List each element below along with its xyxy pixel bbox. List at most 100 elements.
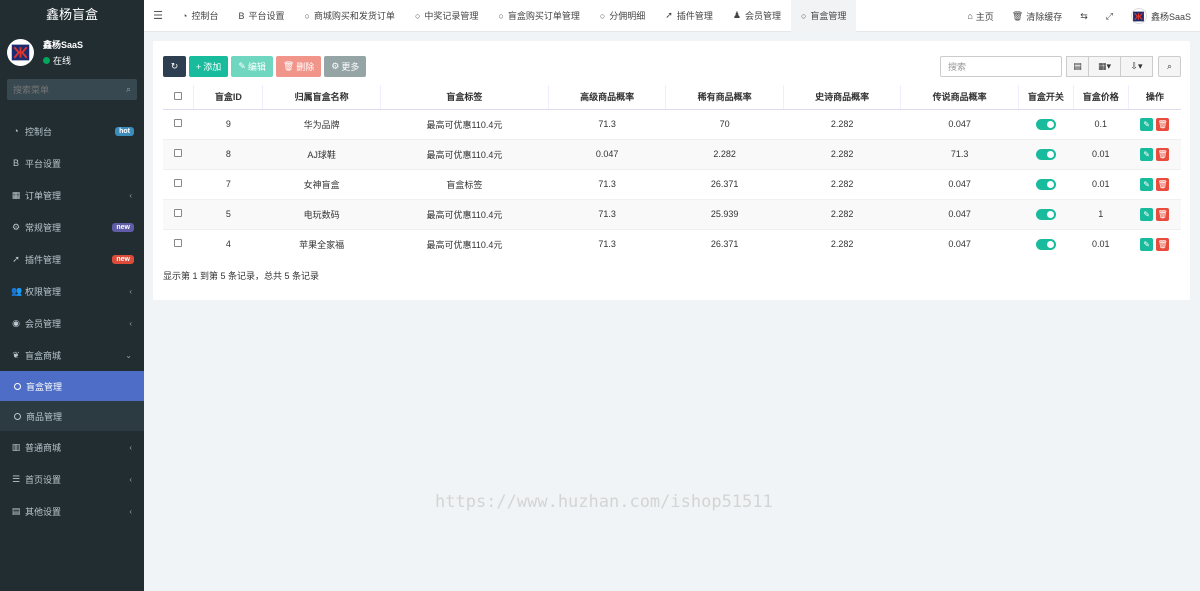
home-button[interactable]: ⌂ 主页	[958, 10, 1002, 23]
search-icon[interactable]: ⌕	[126, 84, 131, 95]
refresh-button[interactable]: ↻	[163, 56, 186, 77]
column-header[interactable]: 盲盒价格	[1072, 85, 1129, 110]
add-button[interactable]: + 添加	[189, 56, 229, 77]
actions-cell: ✎ 🗑	[1128, 228, 1181, 259]
box-toggle-switch[interactable]	[1035, 208, 1056, 220]
more-button[interactable]: ⚙ 更多	[324, 56, 367, 77]
column-header[interactable]: 稀有商品概率	[665, 85, 784, 110]
row-delete-button[interactable]: 🗑	[1156, 147, 1170, 161]
row-delete-button[interactable]: 🗑	[1156, 117, 1170, 131]
sidebar-item[interactable]: ▥ 普通商城 ‹	[0, 431, 144, 463]
menu-search-input[interactable]	[13, 84, 113, 95]
sidebar-item[interactable]: ◔ 控制台 hot	[0, 115, 144, 147]
row-edit-button[interactable]: ✎	[1140, 207, 1154, 221]
advanced-search-button[interactable]: ⌕	[1158, 56, 1181, 77]
submenu-item[interactable]: 盲盒管理	[0, 371, 144, 401]
row-edit-button[interactable]: ✎	[1140, 177, 1154, 191]
toggle-view-button[interactable]: ▤	[1066, 56, 1089, 77]
row-delete-button[interactable]: 🗑	[1156, 177, 1170, 191]
menu-toggle-icon[interactable]: ☰	[144, 9, 172, 22]
nav-tab[interactable]: ○ 商城购买和发货订单	[294, 0, 404, 32]
switch-cell	[1018, 138, 1074, 169]
column-header[interactable]: 操作	[1127, 85, 1181, 110]
column-header[interactable]: 归属盲盒名称	[262, 85, 381, 110]
table-row: 9 华为品牌 最高可优惠110.4元 71.3 70 2.282 0.047 0.1 ✎ 🗑	[163, 108, 1181, 139]
table-cell: 5	[193, 198, 263, 229]
chevron-left-icon: ‹	[129, 318, 132, 328]
sidebar-item[interactable]: ☰ 首页设置 ‹	[0, 463, 144, 495]
nav-tab[interactable]: B 平台设置	[228, 0, 294, 32]
nav-tab[interactable]: ○ 分佣明细	[590, 0, 655, 32]
column-header[interactable]: 盲盒ID	[193, 85, 263, 110]
table-cell: 2.282	[783, 108, 901, 139]
nav-tab[interactable]: ◔ 控制台	[172, 0, 228, 32]
column-header[interactable]: 史诗商品概率	[782, 85, 901, 110]
download-icon: ⇩▾	[1130, 61, 1143, 71]
columns-button[interactable]: ▦▾	[1089, 56, 1121, 77]
sidebar-item[interactable]: 👥 权限管理 ‹	[0, 275, 144, 307]
table-cell: 0.047	[548, 138, 666, 169]
sidebar-item[interactable]: ⚙ 常规管理 new	[0, 211, 144, 243]
table-row: 7 女神盲盒 盲盒标签 71.3 26.371 2.282 0.047 0.01 ✎ 🗑	[163, 168, 1181, 199]
row-checkbox[interactable]	[174, 239, 183, 248]
clear-cache-button[interactable]: 🗑 清除缓存	[1003, 10, 1071, 23]
nav-tab[interactable]: ○ 盲盒购买订单管理	[488, 0, 589, 32]
row-delete-button[interactable]: 🗑	[1156, 207, 1170, 221]
row-delete-button[interactable]: 🗑	[1156, 237, 1170, 251]
sidebar-item[interactable]: B 平台设置	[0, 147, 144, 179]
column-header[interactable]: 盲盒标签	[379, 85, 549, 110]
sidebar-item-label: 控制台	[25, 126, 53, 137]
dashboard-icon: ◔	[13, 126, 19, 136]
fullscreen-button[interactable]: ⤢	[1097, 11, 1122, 22]
nav-tab-label: 商城购买和发货订单	[313, 11, 395, 21]
nav-tab[interactable]: ♟ 会员管理	[723, 0, 791, 32]
submenu-item[interactable]: 商品管理	[0, 401, 144, 431]
user-menu[interactable]: 鑫杨SaaS	[1122, 8, 1200, 24]
chevron-down-icon: ⌄	[125, 350, 132, 360]
sidebar-item[interactable]: ▦ 订单管理 ‹	[0, 179, 144, 211]
nav-tab[interactable]: ○ 中奖记录管理	[405, 0, 488, 32]
nav-tab[interactable]: ➚ 插件管理	[655, 0, 723, 32]
box-toggle-switch[interactable]	[1035, 118, 1056, 130]
column-header[interactable]: 传说商品概率	[900, 85, 1019, 110]
sidebar-item[interactable]: ➚ 插件管理 new	[0, 243, 144, 275]
row-checkbox[interactable]	[174, 149, 183, 157]
plus-icon: +	[196, 61, 202, 72]
trash-icon: 🗑	[1011, 10, 1024, 21]
column-header[interactable]: 高级商品概率	[547, 85, 666, 110]
table-row: 8 AJ球鞋 最高可优惠110.4元 0.047 2.282 2.282 71.3 0.01 ✎…	[163, 138, 1181, 169]
select-all-checkbox[interactable]	[174, 91, 183, 100]
sidebar-item[interactable]: ▤ 其他设置 ‹	[0, 495, 144, 527]
nav-tab-label: 盲盒管理	[810, 11, 847, 21]
sidebar-item[interactable]: ◉ 会员管理 ‹	[0, 307, 144, 339]
nav-tab[interactable]: ○ 盲盒管理	[790, 0, 857, 32]
row-edit-button[interactable]: ✎	[1140, 147, 1154, 161]
user-status: 在线	[43, 54, 83, 67]
table-cell: 25.939	[665, 198, 784, 229]
edit-button[interactable]: ✎ 编辑	[231, 56, 273, 77]
table-cell: 苹果全家福	[262, 228, 381, 259]
menu-search[interactable]: ⌕	[7, 79, 137, 100]
language-button[interactable]: ⇆	[1071, 11, 1097, 22]
sidebar-item[interactable]: ❦ 盲盒商城 ⌄	[0, 339, 144, 371]
row-checkbox[interactable]	[174, 209, 183, 217]
brand-logo[interactable]: 鑫杨盲盒	[0, 0, 144, 32]
box-toggle-switch[interactable]	[1035, 148, 1056, 160]
table-search-input[interactable]: 搜索	[940, 56, 1062, 77]
row-checkbox[interactable]	[174, 119, 183, 127]
box-toggle-switch[interactable]	[1035, 238, 1056, 250]
group-icon: 👥	[11, 285, 23, 296]
chevron-left-icon: ‹	[129, 442, 132, 452]
row-checkbox[interactable]	[174, 179, 183, 187]
export-button[interactable]: ⇩▾	[1121, 56, 1153, 77]
delete-button[interactable]: 🗑 删除	[275, 56, 322, 77]
menu-badge: new	[112, 254, 134, 264]
sidebar-item-label: 平台设置	[25, 158, 62, 169]
box-toggle-switch[interactable]	[1035, 178, 1056, 190]
row-edit-button[interactable]: ✎	[1140, 237, 1154, 251]
row-edit-button[interactable]: ✎	[1140, 117, 1154, 131]
online-dot-icon	[43, 56, 50, 64]
circle-icon: ○	[498, 10, 504, 21]
column-header[interactable]: 盲盒开关	[1017, 85, 1074, 110]
table-row: 4 苹果全家福 最高可优惠110.4元 71.3 26.371 2.282 0.047 0.0…	[163, 228, 1181, 259]
